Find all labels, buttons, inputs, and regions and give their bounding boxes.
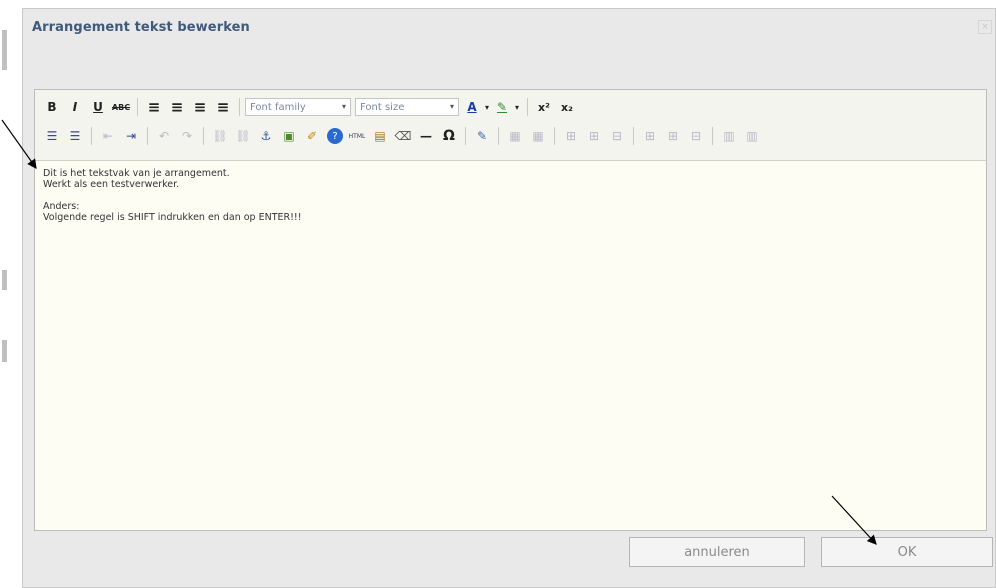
pointer-arrow-ok [831,495,877,545]
annotation-arrows [1,119,877,545]
pointer-arrow-text [1,119,37,169]
